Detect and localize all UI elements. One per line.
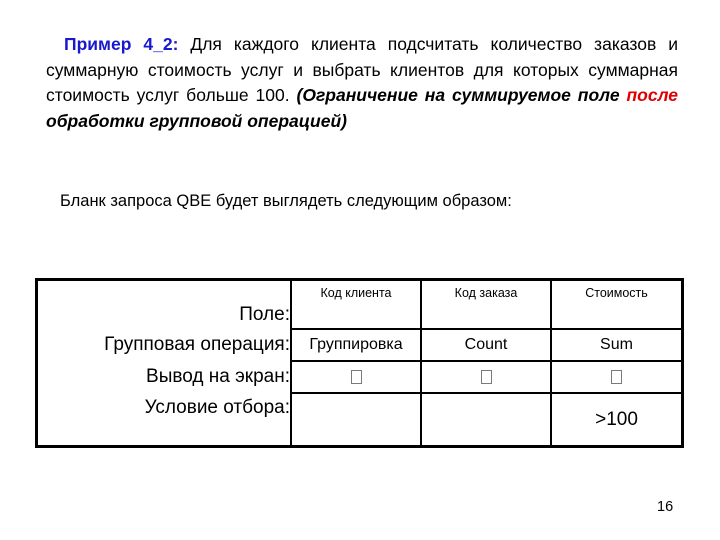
qbe-table: Поле: Код клиента Код заказа Стоимость Г… <box>38 281 681 445</box>
qbe-cell-field-1[interactable]: Код заказа <box>420 281 551 329</box>
qbe-cell-show-0[interactable] <box>290 360 421 393</box>
qbe-row-group-operation: Групповая операция: Группировка Count Su… <box>38 328 681 361</box>
qbe-row-criteria: Условие отбора: >100 <box>38 392 681 445</box>
qbe-cell-group-operation-1[interactable]: Count <box>420 328 551 361</box>
qbe-cell-criteria-2[interactable]: >100 <box>550 392 681 445</box>
qbe-cell-group-operation-0[interactable]: Группировка <box>290 328 421 361</box>
checkbox-empty-icon[interactable] <box>611 369 622 384</box>
qbe-cell-criteria-1[interactable] <box>420 392 551 445</box>
example-label: Пример 4_2 <box>64 34 173 54</box>
qbe-cell-criteria-0[interactable] <box>290 392 421 445</box>
slide-canvas: Пример 4_2: Для каждого клиента подсчита… <box>0 0 720 540</box>
qbe-subtitle: Бланк запроса QBE будет выглядеть следую… <box>60 192 512 210</box>
page-number: 16 <box>657 499 674 515</box>
qbe-cell-group-operation-2[interactable]: Sum <box>550 328 681 361</box>
example-note-open: (Ограничение на суммируемое поле <box>296 85 627 105</box>
example-note-highlight: после <box>626 85 678 105</box>
qbe-row-label-show: Вывод на экран: <box>38 361 291 393</box>
example-note-close: обработки групповой операцией) <box>46 110 347 131</box>
qbe-grid: Поле: Код клиента Код заказа Стоимость Г… <box>35 278 684 448</box>
qbe-row-label-group-operation: Групповая операция: <box>38 329 291 361</box>
checkbox-empty-icon[interactable] <box>350 369 362 384</box>
qbe-cell-show-2[interactable] <box>550 360 681 393</box>
checkbox-empty-icon[interactable] <box>480 369 492 384</box>
example-paragraph: Пример 4_2: Для каждого клиента подсчита… <box>46 32 678 134</box>
qbe-cell-field-0[interactable]: Код клиента <box>290 281 421 329</box>
qbe-cell-field-2[interactable]: Стоимость <box>550 281 681 329</box>
qbe-row-label-field: Поле: <box>38 281 291 329</box>
qbe-row-show: Вывод на экран: <box>38 360 681 393</box>
qbe-row-label-criteria: Условие отбора: <box>38 393 291 445</box>
qbe-row-field: Поле: Код клиента Код заказа Стоимость <box>38 281 681 329</box>
qbe-cell-show-1[interactable] <box>420 360 551 393</box>
